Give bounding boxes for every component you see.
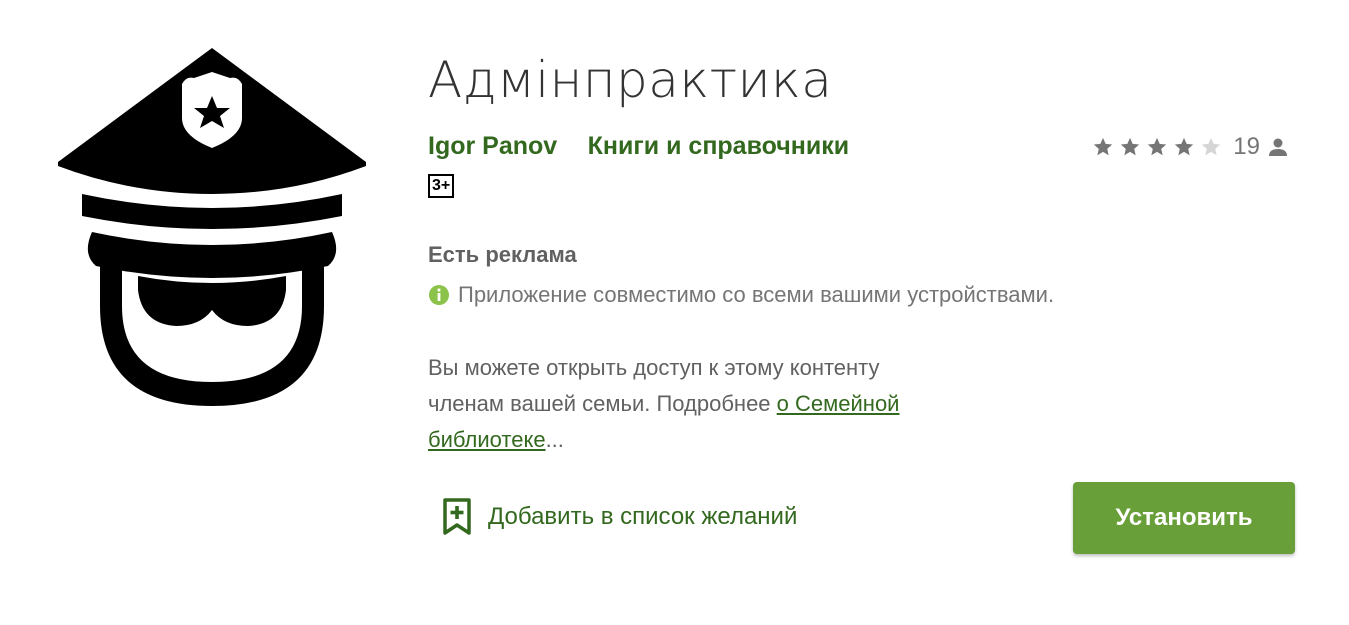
developer-link[interactable]: Igor Panov <box>428 132 557 161</box>
app-details-page: Адмінпрактика Igor Panov Книги и справоч… <box>0 0 1349 625</box>
star-icon <box>1121 137 1140 156</box>
star-icon <box>1148 137 1167 156</box>
family-library-text: Вы можете открыть доступ к этому контент… <box>428 350 948 458</box>
person-icon <box>1269 138 1287 156</box>
police-officer-icon <box>58 48 366 406</box>
star-icon <box>1094 137 1113 156</box>
info-icon <box>429 285 449 305</box>
rating-count: 19 <box>1233 133 1260 160</box>
actions-row: Добавить в список желаний Установить <box>428 482 1295 556</box>
family-ellipsis: ... <box>545 427 564 452</box>
content-rating-badge: 3+ <box>428 174 455 198</box>
bookmark-add-icon <box>443 498 471 535</box>
category-link[interactable]: Книги и справочники <box>588 132 850 161</box>
add-to-wishlist-button[interactable]: Добавить в список желаний <box>442 498 797 536</box>
star-icon <box>1175 137 1194 156</box>
ads-label: Есть реклама <box>428 242 577 267</box>
compatibility-text: Приложение совместимо со всеми вашими ус… <box>458 282 1055 307</box>
star-empty-icon <box>1202 137 1221 156</box>
install-button[interactable]: Установить <box>1073 482 1295 554</box>
app-title: Адмінпрактика <box>428 51 833 109</box>
app-details: Адмінпрактика Igor Panov Книги и справоч… <box>428 50 1308 458</box>
wishlist-label: Добавить в список желаний <box>488 503 798 530</box>
meta-row: Igor Panov Книги и справочники 19 <box>428 132 1308 162</box>
rating[interactable]: 19 <box>1092 132 1288 162</box>
compatibility-row: Приложение совместимо со всеми вашими ус… <box>428 282 1308 308</box>
